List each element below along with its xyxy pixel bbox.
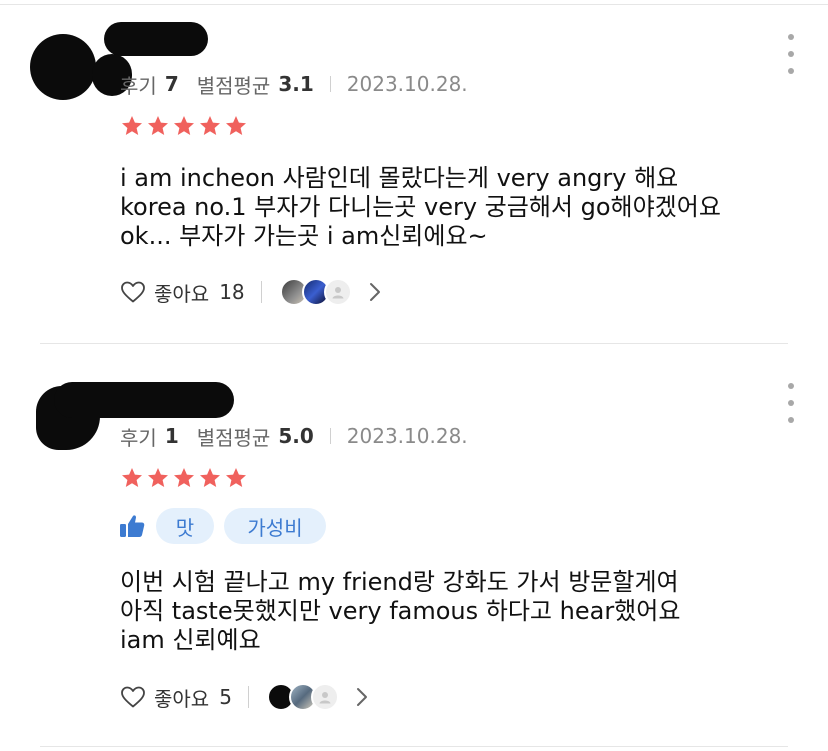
more-options-button[interactable] (786, 34, 796, 74)
meta-divider (329, 76, 331, 92)
review-divider (40, 746, 788, 747)
star-icon (200, 468, 220, 487)
review-date: 2023.10.28. (346, 72, 468, 96)
like-label[interactable]: 좋아요 (154, 278, 209, 307)
review-date: 2023.10.28. (346, 424, 468, 448)
star-icon (122, 116, 142, 135)
liker-avatars[interactable] (279, 278, 352, 306)
like-divider (260, 281, 262, 303)
avg-rating: 5.0 (278, 424, 314, 448)
review-text-line: i am incheon 사람인데 몰랐다는게 very angry 해요 (120, 164, 679, 192)
review-text-line: 아직 taste못했지만 very famous 하다고 hear했어요 (120, 597, 681, 625)
star-icon (226, 116, 246, 135)
review-text-line: korea no.1 부자가 다니는곳 very 궁금해서 go해야겠어요 (120, 193, 721, 221)
more-options-button[interactable] (786, 383, 796, 423)
default-user-icon (319, 692, 331, 704)
review-text-line: ok... 부자가 가는곳 i am신뢰에요~ (120, 222, 488, 250)
reviewer-meta: 후기 1 별점평균 5.0 2023.10.28. (120, 422, 468, 450)
star-icon (174, 468, 194, 487)
like-count: 18 (219, 280, 245, 304)
tag-taste[interactable]: 맛 (156, 508, 214, 544)
liker-avatars[interactable] (266, 683, 339, 711)
avatar[interactable] (30, 34, 96, 100)
liker-avatar (323, 278, 352, 306)
like-divider (247, 686, 249, 708)
like-bar: 좋아요 18 (120, 277, 382, 307)
avg-rating: 3.1 (278, 72, 314, 96)
review-tags: 맛 가성비 (118, 508, 336, 544)
star-icon (200, 116, 220, 135)
star-icon (148, 468, 168, 487)
reviewer-meta: 후기 7 별점평균 3.1 2023.10.28. (120, 70, 468, 98)
meta-divider (329, 428, 331, 444)
thumbs-up-icon (120, 515, 145, 537)
star-icon (122, 468, 142, 487)
redacted-nickname (54, 382, 234, 418)
like-label[interactable]: 좋아요 (154, 683, 209, 712)
star-rating (120, 114, 248, 138)
like-bar: 좋아요 5 (120, 682, 369, 712)
review-text-line: iam 신뢰예요 (120, 626, 261, 654)
chevron-right-icon[interactable] (368, 281, 382, 303)
star-rating (120, 466, 248, 490)
default-user-icon (332, 287, 344, 299)
more-vertical-icon (788, 34, 794, 40)
review-text: 이번 시험 끝나고 my friend랑 강화도 가서 방문할게여 아직 tas… (120, 568, 680, 655)
star-icon (174, 116, 194, 135)
avg-rating-label: 별점평균 (196, 425, 271, 450)
review-text: i am incheon 사람인데 몰랐다는게 very angry 해요 ko… (120, 164, 721, 251)
review-text-line: 이번 시험 끝나고 my friend랑 강화도 가서 방문할게여 (120, 568, 679, 596)
liker-avatar (310, 683, 339, 711)
review-count: 1 (164, 424, 179, 448)
review-count-label: 후기 (120, 425, 157, 450)
review-count: 7 (164, 72, 179, 96)
like-count: 5 (219, 685, 232, 709)
review-divider (40, 343, 788, 344)
star-icon (148, 116, 168, 135)
chevron-right-icon[interactable] (355, 686, 369, 708)
review-count-label: 후기 (120, 73, 157, 98)
heart-outline-icon[interactable] (120, 685, 146, 709)
more-vertical-icon (788, 383, 794, 389)
star-icon (226, 468, 246, 487)
heart-outline-icon[interactable] (120, 280, 146, 304)
tag-value-for-money[interactable]: 가성비 (224, 508, 326, 544)
redacted-nickname (104, 22, 208, 56)
top-divider (0, 4, 828, 5)
avg-rating-label: 별점평균 (196, 73, 271, 98)
